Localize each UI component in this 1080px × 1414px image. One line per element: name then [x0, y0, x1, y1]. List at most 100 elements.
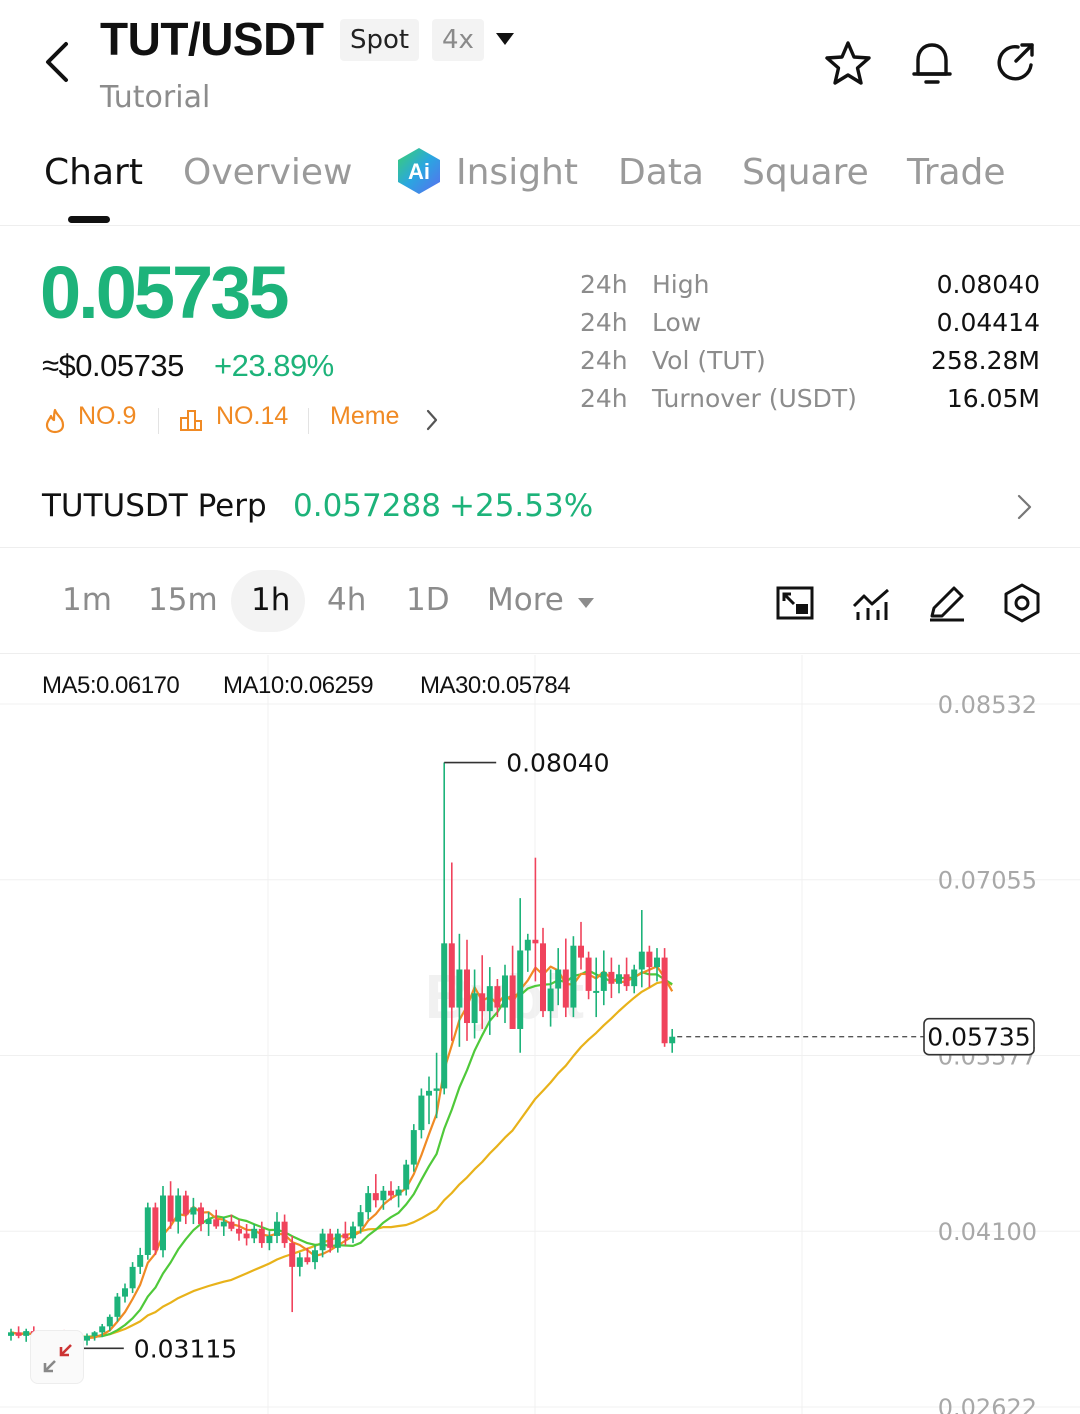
tab-insight[interactable]: Insight: [456, 152, 578, 193]
candle-body: [532, 939, 539, 944]
stat-period: 24h: [580, 384, 628, 413]
chevron-down-icon[interactable]: [496, 33, 514, 45]
candle-body: [327, 1233, 334, 1248]
interval-1m[interactable]: 1m: [62, 582, 112, 618]
candle-body: [198, 1207, 204, 1225]
star-icon[interactable]: [823, 38, 873, 88]
interval-more[interactable]: More: [487, 582, 564, 618]
candle-body: [593, 990, 600, 993]
candle-body: [372, 1193, 379, 1201]
chevron-right-icon[interactable]: [424, 408, 440, 432]
ma-lines: [10, 965, 674, 1340]
candle: [608, 957, 615, 999]
candle-body: [585, 957, 592, 991]
y-axis-tick-label: 0.02622: [938, 1394, 1037, 1414]
bell-icon[interactable]: [907, 38, 957, 88]
leverage-badge: 4x: [432, 19, 484, 61]
candle-body: [213, 1219, 220, 1227]
tab-data[interactable]: Data: [618, 152, 704, 193]
candle-body: [547, 988, 554, 1012]
rank-hot[interactable]: NO.9: [78, 402, 136, 431]
candle-body: [289, 1243, 296, 1267]
price-change-percent: +23.89%: [214, 348, 334, 383]
candle-body: [540, 943, 546, 1012]
candle-body: [122, 1288, 128, 1297]
candle-body: [555, 969, 562, 989]
candle: [433, 1052, 440, 1119]
candle-body: [175, 1195, 182, 1222]
candle: [274, 1212, 280, 1244]
candle-body: [426, 1090, 432, 1096]
y-axis-tick-label: 0.04100: [938, 1218, 1037, 1246]
ma5-legend: MA5:0.06170: [42, 672, 180, 699]
interval-4h[interactable]: 4h: [327, 582, 366, 618]
interval-1h[interactable]: 1h: [251, 582, 290, 618]
category-tag[interactable]: Meme: [330, 402, 399, 431]
candle-body: [296, 1257, 303, 1267]
candle: [160, 1185, 166, 1258]
candle-body: [486, 986, 493, 1012]
candle-body: [342, 1233, 349, 1239]
candle: [570, 936, 577, 1018]
stat-period: 24h: [580, 270, 628, 299]
tab-overview[interactable]: Overview: [183, 152, 353, 193]
pair-subtitle: Tutorial: [100, 80, 211, 115]
candle: [585, 951, 592, 1000]
rank-market-cap[interactable]: NO.14: [216, 402, 288, 431]
candle-body: [251, 1228, 258, 1239]
back-arrow-icon[interactable]: [38, 40, 78, 84]
indicator-icon[interactable]: [850, 582, 892, 624]
low-marker-label: 0.03115: [134, 1334, 237, 1363]
candle-body: [304, 1257, 311, 1263]
candle-body: [448, 943, 455, 1008]
interval-toolbar: 1m 15m 1h 4h 1D More: [0, 560, 1080, 654]
candle-body: [623, 974, 630, 987]
candle: [426, 1076, 432, 1125]
chart-zoom-button[interactable]: [30, 1330, 84, 1384]
candle-body: [395, 1189, 402, 1196]
perp-row[interactable]: TUTUSDT Perp 0.057288 +25.53%: [0, 470, 1080, 548]
ai-icon[interactable]: Ai: [396, 146, 442, 196]
stat-label: Low: [652, 308, 702, 337]
candle: [129, 1262, 136, 1294]
ranking-icon: [180, 410, 202, 431]
candle: [167, 1181, 174, 1229]
draw-icon[interactable]: [926, 582, 968, 624]
stat-label: Turnover (USDT): [652, 384, 857, 413]
candlestick-chart[interactable]: 0.085320.070550.055770.041000.02622 0.08…: [0, 655, 1080, 1414]
candle-body: [471, 993, 478, 1024]
candle-body: [281, 1221, 288, 1244]
stat-value: 258.28M: [930, 346, 1040, 375]
interval-1d[interactable]: 1D: [406, 582, 450, 618]
candle-body: [160, 1195, 166, 1251]
share-icon[interactable]: [991, 38, 1041, 88]
candle-body: [137, 1254, 144, 1267]
settings-icon[interactable]: [1001, 582, 1043, 624]
candle-body: [152, 1207, 159, 1251]
tab-chart[interactable]: Chart: [44, 152, 143, 193]
candle: [593, 957, 600, 1018]
candle-body: [258, 1228, 265, 1244]
y-axis-tick-label: 0.08532: [938, 691, 1037, 719]
candle: [638, 910, 645, 988]
stat-period: 24h: [580, 308, 628, 337]
candle: [616, 964, 622, 994]
candle-body: [114, 1296, 121, 1317]
chevron-right-icon[interactable]: [1014, 492, 1036, 522]
pair-title[interactable]: TUT/USDT: [100, 12, 324, 66]
fullscreen-icon[interactable]: [774, 582, 816, 624]
interval-15m[interactable]: 15m: [148, 582, 218, 618]
stat-label: Vol (TUT): [652, 346, 766, 375]
candle: [372, 1174, 379, 1208]
candle: [137, 1247, 144, 1275]
tab-square[interactable]: Square: [742, 152, 869, 193]
candle-body: [441, 943, 448, 1089]
stat-value: 0.08040: [936, 270, 1040, 299]
candle: [532, 857, 539, 982]
candle-body: [91, 1332, 98, 1336]
flame-icon: [45, 408, 65, 434]
candle: [213, 1209, 220, 1229]
candle: [646, 945, 653, 988]
tab-trade[interactable]: Trade: [907, 152, 1006, 193]
candle: [182, 1190, 189, 1225]
